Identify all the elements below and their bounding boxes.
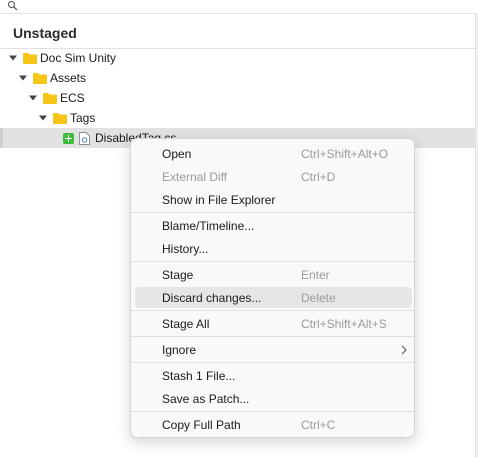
menu-item-shortcut: Ctrl+C: [301, 418, 336, 432]
tree-row-tags[interactable]: Tags: [0, 108, 475, 128]
menu-item-label: Stage: [162, 268, 194, 282]
selection-gutter: [0, 128, 3, 148]
menu-item-label: Show in File Explorer: [162, 193, 276, 207]
menu-item-shortcut: Ctrl+D: [301, 170, 336, 184]
menu-item-shortcut: Ctrl+Shift+Alt+S: [301, 317, 387, 331]
menu-item-external-diff[interactable]: External Diff Ctrl+D: [135, 166, 412, 187]
menu-item-label: Save as Patch...: [162, 392, 250, 406]
menu-item-show-in-file-explorer[interactable]: Show in File Explorer: [135, 189, 412, 210]
menu-item-stash-file[interactable]: Stash 1 File...: [135, 365, 412, 386]
menu-item-shortcut: Ctrl+Shift+Alt+O: [301, 147, 389, 161]
menu-separator: [131, 212, 414, 213]
menu-item-open[interactable]: Open Ctrl+Shift+Alt+O: [135, 143, 412, 164]
tree-row-label: ECS: [60, 91, 85, 105]
menu-separator: [131, 261, 414, 262]
unstaged-header: Unstaged: [0, 15, 475, 49]
search-bar[interactable]: [0, 0, 478, 14]
caret-down-icon[interactable]: [39, 114, 47, 122]
folder-icon: [23, 52, 37, 64]
section-title: Unstaged: [13, 25, 77, 41]
menu-item-ignore[interactable]: Ignore: [135, 339, 412, 360]
menu-item-stage[interactable]: Stage Enter: [135, 264, 412, 285]
menu-item-label: History...: [162, 242, 209, 256]
tree-row-ecs[interactable]: ECS: [0, 88, 475, 108]
caret-down-icon[interactable]: [19, 74, 27, 82]
menu-item-blame-timeline[interactable]: Blame/Timeline...: [135, 215, 412, 236]
menu-item-label: Blame/Timeline...: [162, 219, 255, 233]
menu-item-copy-full-path[interactable]: Copy Full Path Ctrl+C: [135, 414, 412, 435]
caret-down-icon[interactable]: [9, 54, 17, 62]
search-icon: [7, 0, 18, 11]
menu-item-discard-changes[interactable]: Discard changes... Delete: [135, 287, 412, 308]
menu-item-history[interactable]: History...: [135, 238, 412, 259]
menu-item-save-as-patch[interactable]: Save as Patch...: [135, 388, 412, 409]
menu-item-label: Stage All: [162, 317, 210, 331]
chevron-right-icon: [401, 345, 407, 355]
folder-icon: [53, 112, 67, 124]
menu-item-label: Open: [162, 147, 192, 161]
folder-icon: [43, 92, 57, 104]
tree-row-doc-sim-unity[interactable]: Doc Sim Unity: [0, 48, 475, 68]
menu-separator: [131, 310, 414, 311]
context-menu: Open Ctrl+Shift+Alt+O External Diff Ctrl…: [130, 138, 415, 438]
menu-item-label: Discard changes...: [162, 291, 262, 305]
csharp-file-icon: [79, 131, 90, 145]
menu-item-label: External Diff: [162, 170, 228, 184]
added-status-icon: [63, 132, 74, 144]
menu-item-label: Ignore: [162, 343, 197, 357]
menu-item-shortcut: Enter: [301, 268, 330, 282]
tree-row-assets[interactable]: Assets: [0, 68, 475, 88]
tree-row-label: Tags: [70, 111, 96, 125]
menu-separator: [131, 411, 414, 412]
caret-down-icon[interactable]: [29, 94, 37, 102]
menu-separator: [131, 336, 414, 337]
menu-item-label: Copy Full Path: [162, 418, 241, 432]
tree-row-label: Doc Sim Unity: [40, 51, 117, 65]
menu-item-label: Stash 1 File...: [162, 369, 236, 383]
menu-separator: [131, 362, 414, 363]
menu-item-stage-all[interactable]: Stage All Ctrl+Shift+Alt+S: [135, 313, 412, 334]
folder-icon: [33, 72, 47, 84]
tree-row-label: Assets: [50, 71, 87, 85]
menu-item-shortcut: Delete: [301, 291, 336, 305]
